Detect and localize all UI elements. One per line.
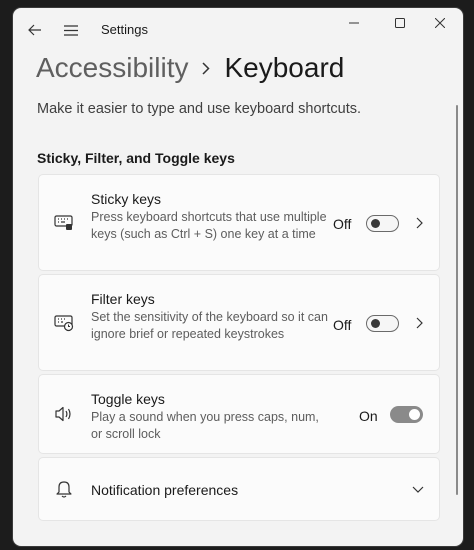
chevron-down-icon[interactable] bbox=[412, 483, 424, 495]
toggle-keys-state: On bbox=[359, 408, 378, 424]
section-title: Sticky, Filter, and Toggle keys bbox=[37, 150, 235, 166]
breadcrumb: Accessibility Keyboard bbox=[36, 48, 344, 88]
toggle-knob bbox=[371, 319, 380, 328]
title-bar: Settings bbox=[13, 8, 463, 50]
menu-button[interactable] bbox=[57, 16, 85, 44]
toggle-keys-title: Toggle keys bbox=[91, 391, 165, 407]
filter-keys-state: Off bbox=[333, 317, 352, 333]
toggle-knob bbox=[409, 409, 420, 420]
sticky-keys-setting[interactable]: Sticky keys Press keyboard shortcuts tha… bbox=[38, 174, 440, 271]
sticky-keys-title: Sticky keys bbox=[91, 191, 162, 207]
close-button[interactable] bbox=[417, 8, 463, 38]
toggle-keys-setting[interactable]: Toggle keys Play a sound when you press … bbox=[38, 374, 440, 454]
back-arrow-icon bbox=[28, 24, 41, 36]
breadcrumb-parent[interactable]: Accessibility bbox=[36, 52, 188, 84]
chevron-right-icon[interactable] bbox=[413, 217, 425, 229]
filter-keys-title: Filter keys bbox=[91, 291, 155, 307]
notification-preferences-setting[interactable]: Notification preferences bbox=[38, 457, 440, 521]
back-button[interactable] bbox=[21, 16, 49, 44]
minimize-button[interactable] bbox=[331, 8, 377, 38]
notification-preferences-label: Notification preferences bbox=[91, 482, 239, 498]
filter-keys-description: Set the sensitivity of the keyboard so i… bbox=[91, 310, 328, 341]
close-icon bbox=[435, 18, 445, 28]
settings-window: Settings Accessibility Keyboard Make it … bbox=[13, 8, 463, 546]
sticky-keys-icon bbox=[53, 212, 75, 234]
page-title: Keyboard bbox=[224, 52, 345, 83]
maximize-icon bbox=[395, 18, 405, 28]
breadcrumb-chevron-icon bbox=[202, 61, 211, 75]
minimize-icon bbox=[349, 22, 359, 24]
chevron-right-icon[interactable] bbox=[413, 317, 425, 329]
speaker-icon bbox=[53, 403, 75, 425]
sticky-keys-description: Press keyboard shortcuts that use multip… bbox=[91, 210, 327, 241]
app-title: Settings bbox=[101, 22, 148, 37]
toggle-knob bbox=[371, 219, 380, 228]
sticky-keys-state: Off bbox=[333, 216, 352, 232]
toggle-keys-description: Play a sound when you press caps, num, o… bbox=[91, 410, 319, 441]
sticky-keys-toggle[interactable] bbox=[366, 215, 399, 232]
toggle-keys-toggle[interactable] bbox=[390, 406, 423, 423]
filter-keys-setting[interactable]: Filter keys Set the sensitivity of the k… bbox=[38, 274, 440, 371]
hamburger-menu-icon bbox=[64, 24, 78, 36]
filter-keys-toggle[interactable] bbox=[366, 315, 399, 332]
page-description: Make it easier to type and use keyboard … bbox=[37, 101, 362, 117]
scrollbar[interactable] bbox=[456, 105, 458, 495]
filter-keys-icon bbox=[53, 312, 75, 334]
bell-icon bbox=[53, 478, 75, 500]
